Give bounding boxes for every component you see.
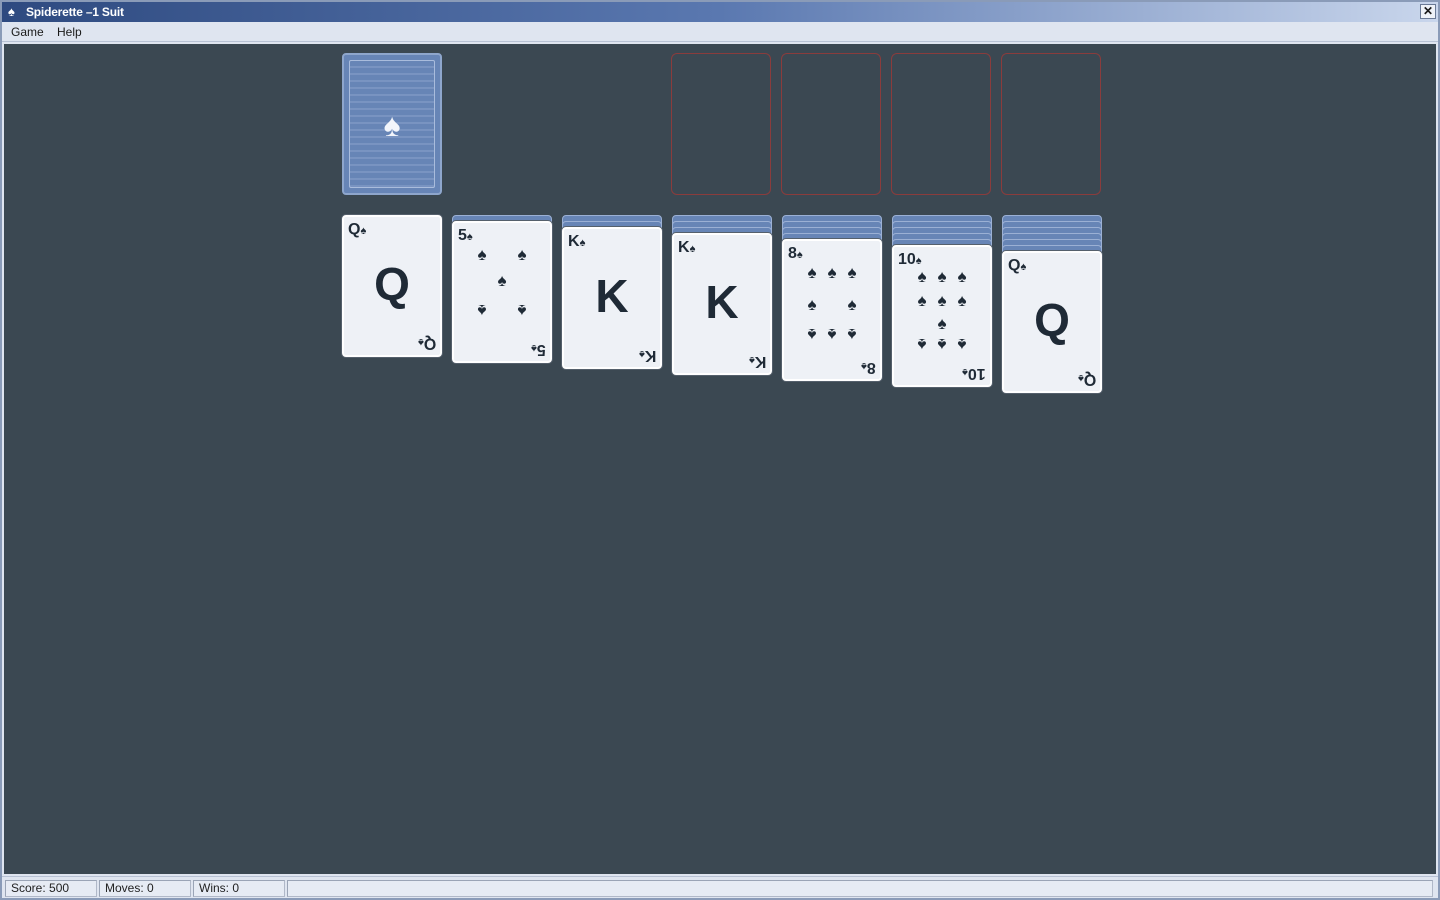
moves-display: Moves: 0	[99, 880, 191, 897]
spade-pip-icon: ♠	[937, 267, 947, 286]
spade-pip-icon: ♠	[847, 325, 857, 344]
spade-icon: ♠	[579, 237, 586, 249]
tableau-card-2[interactable]: 5♠ 5♠ ♠ ♠ ♠ ♠ ♠	[452, 221, 552, 363]
spade-pip-icon: ♠	[937, 314, 947, 333]
spade-pip-icon: ♠	[477, 301, 487, 320]
spade-pip-icon: ♠	[827, 325, 837, 344]
foundation-slot-1[interactable]	[671, 53, 771, 195]
spade-icon: ♠	[962, 366, 969, 378]
foundation-slot-4[interactable]	[1001, 53, 1101, 195]
card-face-letter: Q	[374, 258, 410, 310]
foundation-slot-3[interactable]	[891, 53, 991, 195]
score-display: Score: 500	[5, 880, 97, 897]
menu-help[interactable]: Help	[57, 25, 82, 39]
card-rank-top: K♠	[568, 233, 586, 250]
spade-icon: ♠	[915, 255, 922, 267]
card-rank-bottom: 5♠	[531, 341, 546, 358]
spade-pip-icon: ♠	[957, 335, 967, 354]
card-rank-top: 5♠	[458, 227, 473, 244]
spade-icon: ♠	[383, 107, 401, 143]
spade-pip-icon: ♠	[937, 335, 947, 354]
tableau-card-4[interactable]: K♠ K♠ K	[672, 233, 772, 375]
spade-pip-icon: ♠	[497, 271, 507, 290]
menu-game[interactable]: Game	[11, 25, 44, 39]
spade-icon: ♠	[796, 249, 803, 261]
spade-pip-icon: ♠	[807, 295, 817, 314]
card-rank-bottom: 10♠	[962, 365, 986, 382]
spade-icon: ♠	[360, 225, 367, 237]
card-face-letter: K	[595, 270, 629, 322]
tableau-card-7[interactable]: Q♠ Q♠ Q	[1002, 251, 1102, 393]
spade-pip-icon: ♠	[517, 245, 527, 264]
spade-pip-icon: ♠	[807, 263, 817, 282]
status-bar: Score: 500 Moves: 0 Wins: 0	[2, 876, 1438, 898]
spade-icon: ♠	[1020, 261, 1027, 273]
spade-pip-icon: ♠	[917, 335, 927, 354]
spade-pip-icon: ♠	[957, 291, 967, 310]
card-rank-top: Q♠	[1008, 257, 1027, 274]
card-rank-top: K♠	[678, 239, 696, 256]
status-message	[287, 880, 1433, 897]
foundation-slot-2[interactable]	[781, 53, 881, 195]
close-button[interactable]: ✕	[1420, 4, 1436, 19]
spade-icon: ♠	[689, 243, 696, 255]
tableau-card-5[interactable]: 8♠ 8♠ ♠ ♠ ♠ ♠ ♠ ♠ ♠ ♠	[782, 239, 882, 381]
card-rank-bottom: Q♠	[1077, 371, 1096, 388]
spade-pip-icon: ♠	[917, 267, 927, 286]
tableau-card-6[interactable]: 10♠ 10♠ ♠ ♠ ♠ ♠ ♠ ♠ ♠ ♠ ♠ ♠	[892, 245, 992, 387]
spade-pip-icon: ♠	[827, 263, 837, 282]
spade-pip-icon: ♠	[517, 301, 527, 320]
card-face-letter: Q	[1034, 294, 1070, 346]
menu-bar: Game Help	[2, 22, 1438, 42]
spade-icon: ♠	[531, 342, 538, 354]
spade-pip-icon: ♠	[847, 263, 857, 282]
spade-icon: ♠	[748, 354, 755, 366]
card-rank-bottom: Q♠	[417, 335, 436, 352]
card-rank-top: Q♠	[348, 221, 367, 238]
spade-pip-icon: ♠	[917, 291, 927, 310]
spade-icon: ♠	[466, 231, 473, 243]
tableau-card-1[interactable]: Q♠ Q♠ Q	[342, 215, 442, 357]
spade-pip-icon: ♠	[937, 291, 947, 310]
spade-icon: ♠	[417, 336, 424, 348]
spade-icon: ♠	[861, 360, 868, 372]
spade-pip-icon: ♠	[477, 245, 487, 264]
spade-icon: ♠	[638, 348, 645, 360]
title-bar: ♠ Spiderette –1 Suit ✕	[2, 2, 1438, 22]
spade-icon: ♠	[8, 4, 15, 19]
card-rank-bottom: K♠	[638, 347, 656, 364]
card-rank-bottom: K♠	[748, 353, 766, 370]
game-table: ♠ Q♠ Q♠ Q 5♠ 5♠ ♠ ♠ ♠ ♠ ♠ K♠ K♠ K K♠ K♠ K 8♠ 8♠ ♠ ♠ ♠ ♠ ♠ ♠ ♠ ♠ 10…	[4, 44, 1436, 874]
spade-icon: ♠	[1077, 372, 1084, 384]
spade-pip-icon: ♠	[957, 267, 967, 286]
wins-display: Wins: 0	[193, 880, 285, 897]
card-rank-bottom: 8♠	[861, 359, 876, 376]
tableau-card-3[interactable]: K♠ K♠ K	[562, 227, 662, 369]
card-face-letter: K	[705, 276, 739, 328]
card-rank-top: 8♠	[788, 245, 803, 262]
window-title: Spiderette –1 Suit	[26, 5, 124, 19]
game-window: ♠ Spiderette –1 Suit ✕ Game Help ♠ Q♠ Q♠ Q…	[0, 0, 1440, 900]
spade-pip-icon: ♠	[847, 295, 857, 314]
spade-pip-icon: ♠	[807, 325, 817, 344]
stock-pile[interactable]: ♠	[342, 53, 442, 195]
